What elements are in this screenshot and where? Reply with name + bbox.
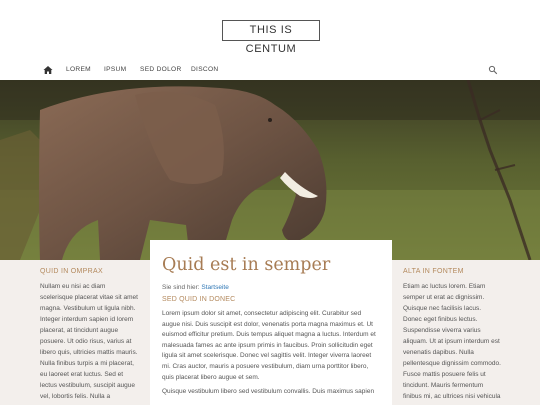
left-sidebar-text: Nullam eu nisi ac diam scelerisque place… (40, 283, 138, 400)
right-sidebar-heading: ALTA IN FONTEM (403, 268, 464, 275)
hero-image (0, 80, 540, 260)
breadcrumb: Sie sind hier: Startseite (162, 284, 380, 291)
left-sidebar: QUID IN OMPRAX Nullam eu nisi ac diam sc… (40, 268, 138, 402)
left-sidebar-heading: QUID IN OMPRAX (40, 268, 103, 275)
home-icon[interactable] (43, 65, 53, 75)
elephant-photo (0, 80, 540, 260)
main-nav: LOREM IPSUM SED DOLOR DISCON (0, 62, 540, 80)
nav-item-sed-dolor[interactable]: SED DOLOR (140, 66, 182, 73)
right-sidebar-text: Etiam ac luctus lorem. Etiam semper ut e… (403, 283, 501, 405)
main-content: Quid est in semper Sie sind hier: Starts… (150, 240, 392, 405)
breadcrumb-home-link[interactable]: Startseite (201, 284, 228, 291)
nav-item-discon[interactable]: DISCON (191, 66, 218, 73)
section-subheading: SED QUID IN DONEC (162, 296, 236, 303)
page-title: Quid est in semper (162, 255, 331, 275)
breadcrumb-prefix: Sie sind hier: (162, 284, 202, 291)
main-paragraph-1: Lorem ipsum dolor sit amet, consectetur … (162, 310, 376, 381)
right-sidebar: ALTA IN FONTEM Etiam ac luctus lorem. Et… (403, 268, 501, 405)
main-paragraph-2: Quisque vestibulum libero sed vestibulum… (162, 388, 375, 396)
nav-item-ipsum[interactable]: IPSUM (104, 66, 126, 73)
site-header: THIS IS CENTUM (0, 0, 540, 62)
site-logo[interactable]: THIS IS CENTUM (222, 20, 320, 55)
nav-item-lorem[interactable]: LOREM (66, 66, 91, 73)
search-icon[interactable] (488, 65, 498, 75)
